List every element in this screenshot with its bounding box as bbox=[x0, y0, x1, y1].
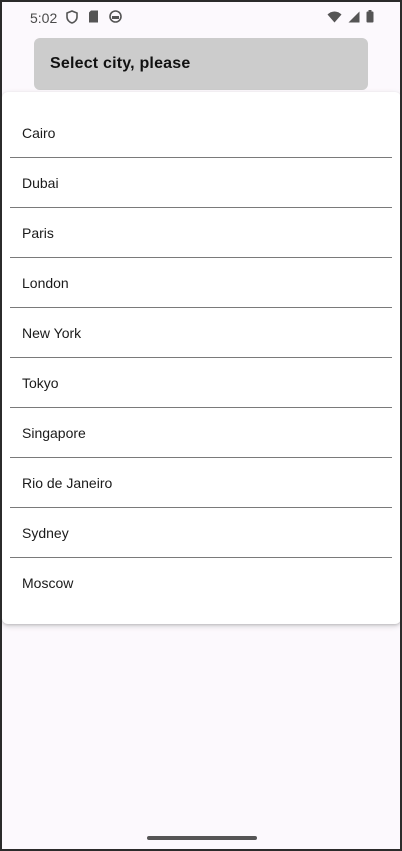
shield-icon bbox=[66, 10, 78, 24]
city-dropdown-menu: Cairo Dubai Paris London New York Tokyo … bbox=[2, 92, 400, 624]
city-option-cairo[interactable]: Cairo bbox=[10, 108, 392, 158]
battery-icon bbox=[366, 10, 374, 23]
cellular-signal-icon bbox=[348, 11, 360, 23]
status-system-icons bbox=[327, 10, 374, 23]
city-option-london[interactable]: London bbox=[10, 258, 392, 308]
city-option-label: London bbox=[22, 275, 69, 291]
city-option-sydney[interactable]: Sydney bbox=[10, 508, 392, 558]
android-face-icon bbox=[109, 10, 122, 24]
city-option-singapore[interactable]: Singapore bbox=[10, 408, 392, 458]
city-option-new-york[interactable]: New York bbox=[10, 308, 392, 358]
status-bar: 5:02 bbox=[2, 2, 400, 34]
city-option-tokyo[interactable]: Tokyo bbox=[10, 358, 392, 408]
city-list: Cairo Dubai Paris London New York Tokyo … bbox=[2, 92, 400, 608]
city-select-field[interactable]: Select city, please bbox=[34, 38, 368, 90]
city-option-label: Tokyo bbox=[22, 375, 59, 391]
city-option-label: Rio de Janeiro bbox=[22, 475, 113, 491]
city-option-label: Sydney bbox=[22, 525, 69, 541]
sd-card-icon bbox=[88, 10, 99, 24]
city-option-dubai[interactable]: Dubai bbox=[10, 158, 392, 208]
city-option-label: New York bbox=[22, 325, 82, 341]
app-screen: 5:02 Select city, please Cairo Dubai Par… bbox=[0, 0, 402, 851]
status-notification-icons bbox=[66, 10, 122, 24]
home-indicator[interactable] bbox=[147, 836, 257, 840]
city-option-moscow[interactable]: Moscow bbox=[10, 558, 392, 608]
city-option-label: Singapore bbox=[22, 425, 86, 441]
city-option-label: Cairo bbox=[22, 125, 56, 141]
city-option-label: Paris bbox=[22, 225, 54, 241]
wifi-icon bbox=[327, 11, 342, 23]
city-select-label: Select city, please bbox=[50, 55, 191, 72]
city-option-rio-de-janeiro[interactable]: Rio de Janeiro bbox=[10, 458, 392, 508]
city-option-label: Dubai bbox=[22, 175, 59, 191]
status-time: 5:02 bbox=[30, 10, 58, 26]
page-background bbox=[18, 624, 387, 829]
city-option-label: Moscow bbox=[22, 575, 74, 591]
city-option-paris[interactable]: Paris bbox=[10, 208, 392, 258]
